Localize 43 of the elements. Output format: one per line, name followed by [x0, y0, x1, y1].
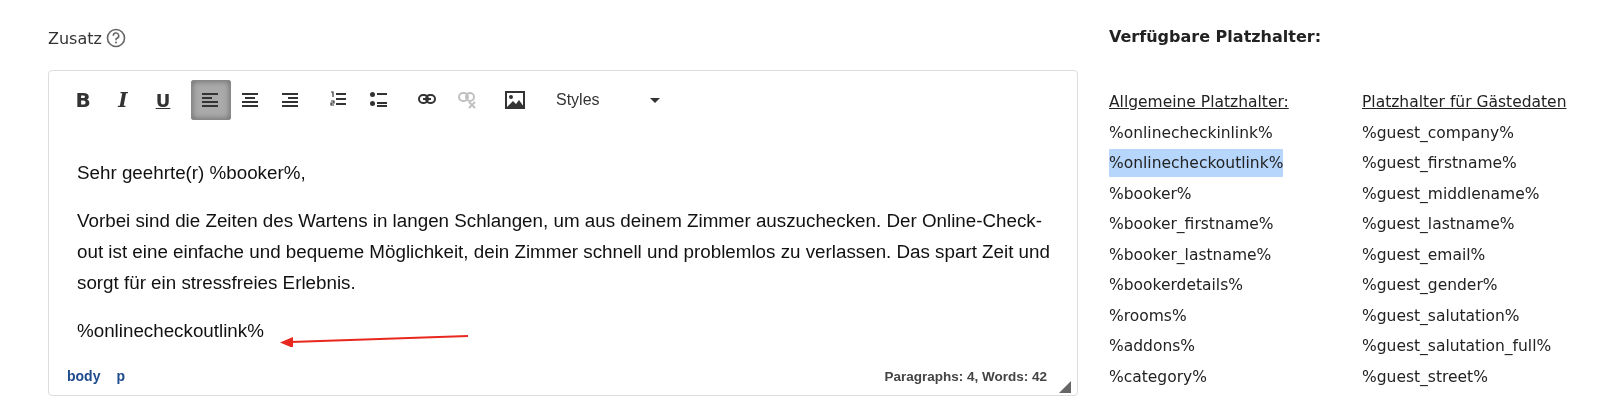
placeholder-item: %booker% [1109, 183, 1192, 205]
numbered-list-icon [330, 91, 348, 109]
placeholder-item: %guest_middlename% [1362, 183, 1540, 205]
section-title: Verfügbare Platzhalter: [1109, 27, 1323, 48]
bullet-list-icon [370, 91, 388, 109]
placeholder-item: %guest_gender% [1362, 275, 1498, 296]
placeholder-item: %booker_firstname% [1109, 214, 1274, 235]
caret-icon [650, 97, 660, 103]
placeholder-item: %guest_salutation% [1362, 305, 1520, 327]
align-center-icon [242, 91, 260, 109]
paragraph: Sehr geehrte(r) %booker%, [77, 161, 306, 185]
element-path-link[interactable]: p [116, 368, 125, 384]
placeholder-item: %onlinecheckinlink% [1109, 122, 1273, 144]
paragraph: Vorbei sind die Zeiten des Wartens in langen Schlangen, um aus deinem Zimmer auszuchecken. Der Online-Check-out ist eine einfache und bequeme Möglichkeit, dein Zimmer schnell und problemlos zu verlassen. Das spart Zeit und sorgt für ein stressfreies Erlebnis. [77, 209, 1051, 295]
placeholder-item: %guest_lastname% [1362, 214, 1515, 235]
align-left-button[interactable] [191, 80, 231, 120]
unlink-icon [458, 91, 476, 109]
column-heading: Allgemeine Platzhalter: [1109, 92, 1289, 113]
paragraph: %onlinecheckoutlink% [77, 319, 264, 343]
placeholder-item: %guest_firstname% [1362, 153, 1517, 174]
help-icon [105, 28, 126, 48]
placeholder-item: %addons% [1109, 336, 1195, 357]
placeholder-item: %guest_company% [1362, 122, 1514, 144]
image-icon [505, 91, 525, 109]
styles-dropdown[interactable]: Styles [543, 80, 673, 120]
resize-handle-icon[interactable] [1059, 381, 1071, 393]
field-label: Zusatz [48, 28, 102, 48]
placeholder-item: %booker_lastname% [1109, 244, 1272, 266]
placeholder-item: %guest_salutation_full% [1362, 336, 1552, 357]
placeholder-item: %guest_email% [1362, 244, 1486, 266]
column-heading: Platzhalter für Gästedaten [1362, 92, 1567, 113]
placeholder-item: %guest_street% [1362, 366, 1488, 388]
underline-button[interactable]: U [143, 80, 183, 120]
placeholder-item: %category% [1109, 366, 1207, 388]
bold-button[interactable]: B [63, 80, 103, 120]
align-left-icon [202, 91, 220, 109]
placeholder-item: %bookerdetails% [1109, 275, 1243, 296]
placeholder-item: %rooms% [1109, 305, 1187, 327]
placeholder-item: %onlinecheckoutlink% [1109, 149, 1284, 177]
italic-button[interactable]: I [103, 80, 143, 120]
element-path-link[interactable]: body [67, 368, 101, 384]
word-count: Paragraphs: 4, Words: 42 [884, 368, 1047, 384]
align-right-icon [282, 91, 300, 109]
